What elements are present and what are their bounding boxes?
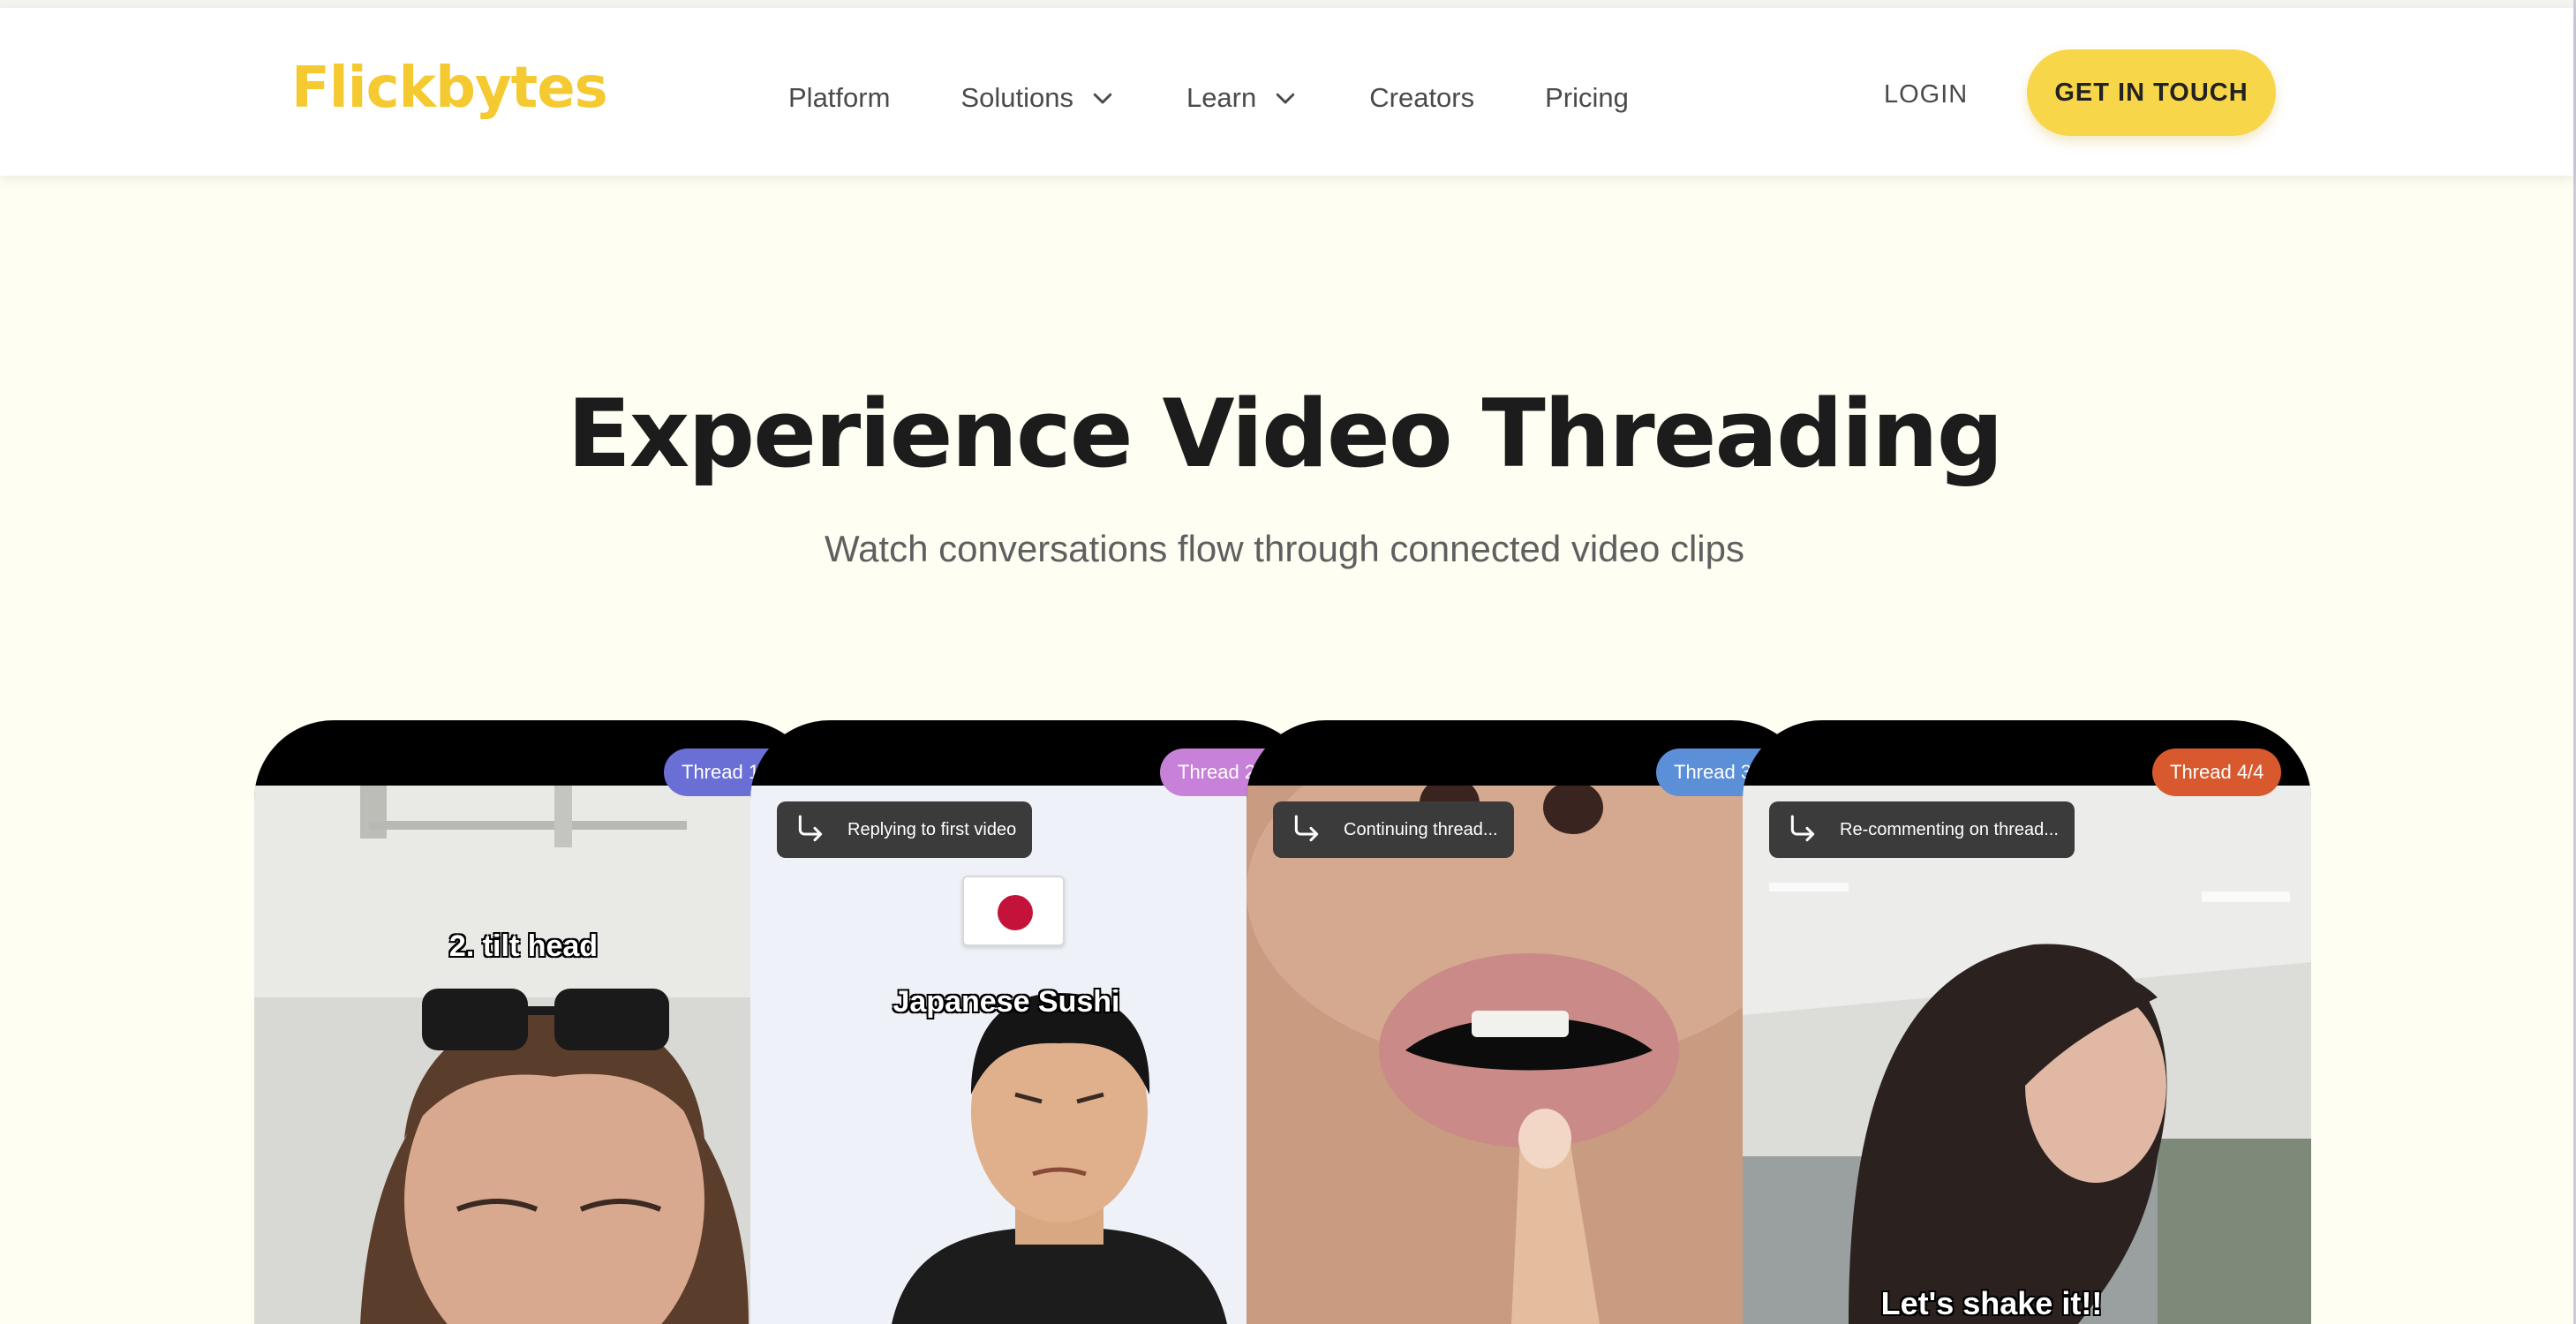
nav-solutions[interactable]: Solutions bbox=[960, 71, 1116, 124]
nav-learn-label: Learn bbox=[1186, 82, 1257, 113]
hero-subtitle: Watch conversations flow through connect… bbox=[824, 528, 1744, 569]
chevron-down-icon bbox=[1277, 93, 1295, 104]
hero-title: Experience Video Threading bbox=[567, 380, 2003, 488]
reply-indicator: Re-commenting on thread... bbox=[1769, 801, 2075, 858]
video-thumbnail[interactable] bbox=[254, 786, 819, 1324]
thread-card-2[interactable]: Thread 2/4 Replying to first video Japan… bbox=[750, 720, 1315, 1324]
reply-indicator: Continuing thread... bbox=[1273, 801, 1514, 858]
site-header: Flickbytes Platform Solutions Learn Crea… bbox=[0, 8, 2573, 176]
nav-solutions-label: Solutions bbox=[960, 82, 1073, 113]
reply-arrow-icon bbox=[1294, 815, 1319, 842]
nav-platform[interactable]: Platform bbox=[788, 71, 890, 124]
browser-top-strip bbox=[0, 0, 2576, 8]
reply-arrow-icon bbox=[1790, 815, 1815, 842]
thread-badge: Thread 4/4 bbox=[2152, 749, 2282, 796]
japan-flag-icon bbox=[962, 876, 1065, 946]
reply-text: Continuing thread... bbox=[1344, 819, 1498, 839]
logo[interactable]: Flickbytes bbox=[291, 56, 608, 121]
reply-indicator: Replying to first video bbox=[777, 801, 1033, 858]
nav-learn[interactable]: Learn bbox=[1186, 71, 1299, 124]
chevron-down-icon bbox=[1093, 93, 1112, 104]
video-caption: Japanese Sushi bbox=[893, 985, 1120, 1019]
video-thumbnail[interactable] bbox=[1743, 786, 2311, 1324]
login-link[interactable]: LOGIN bbox=[1884, 80, 1968, 109]
video-thumbnail[interactable] bbox=[1247, 786, 1811, 1324]
main-nav: Platform Solutions Learn Creators Pricin… bbox=[788, 71, 1699, 124]
reply-text: Replying to first video bbox=[847, 819, 1017, 839]
thread-card-1[interactable]: Thread 1/4 2. tilt head bbox=[254, 720, 819, 1324]
thread-card-3[interactable]: Thread 3/4 Continuing thread... bbox=[1247, 720, 1811, 1324]
nav-platform-label: Platform bbox=[788, 82, 891, 113]
thread-card-4[interactable]: Thread 4/4 Re-commenting on thread... Le… bbox=[1743, 720, 2311, 1324]
nav-pricing-label: Pricing bbox=[1545, 82, 1629, 113]
get-in-touch-button[interactable]: GET IN TOUCH bbox=[2027, 49, 2276, 136]
nav-creators-label: Creators bbox=[1369, 82, 1475, 113]
nav-creators[interactable]: Creators bbox=[1369, 71, 1474, 124]
video-caption: Let's shake it!! bbox=[1880, 1285, 2103, 1321]
video-thumbnail[interactable] bbox=[750, 786, 1315, 1324]
reply-arrow-icon bbox=[798, 815, 823, 842]
nav-pricing[interactable]: Pricing bbox=[1545, 71, 1629, 124]
thread-cards: Thread 1/4 2. tilt head Thread 2/4 Reply… bbox=[254, 720, 2311, 1324]
video-caption: 2. tilt head bbox=[448, 929, 599, 963]
reply-text: Re-commenting on thread... bbox=[1840, 819, 2059, 839]
